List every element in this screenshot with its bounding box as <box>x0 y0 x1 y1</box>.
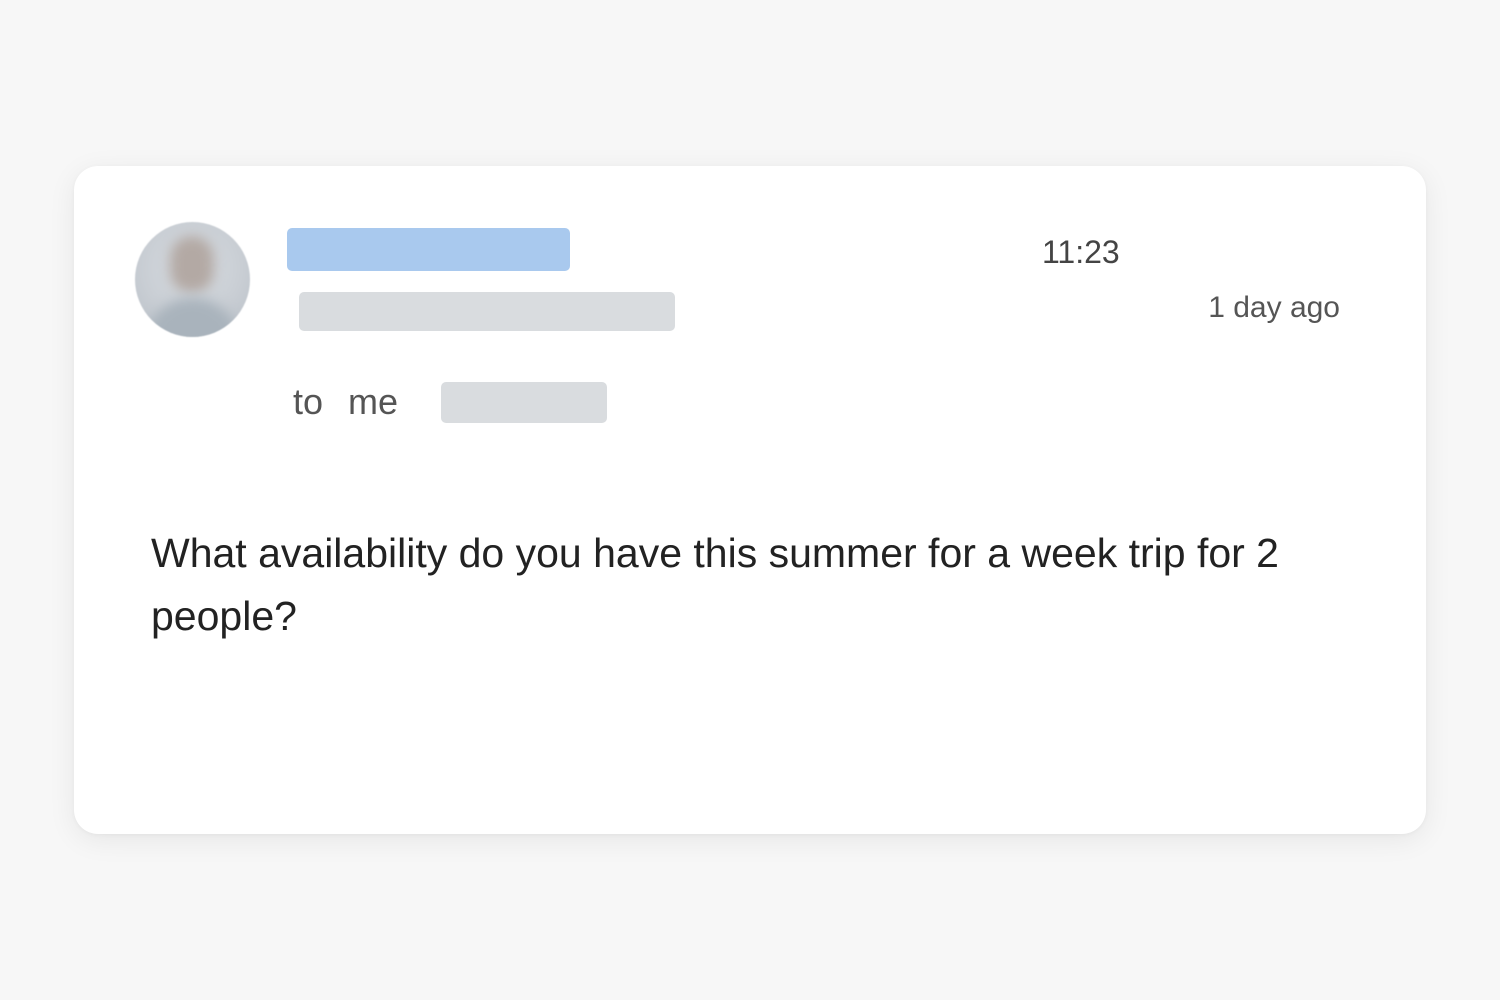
email-relative-time: 1 day ago <box>1208 291 1340 324</box>
recipient-me[interactable]: me <box>348 380 398 424</box>
to-label: to <box>293 381 324 422</box>
sender-email-redacted <box>299 292 675 331</box>
avatar[interactable] <box>135 222 250 337</box>
email-card: 11:23 1 day ago to me What availability … <box>74 166 1426 834</box>
recipient-redacted <box>441 381 608 423</box>
sender-name-redacted[interactable] <box>287 228 570 271</box>
avatar-shoulders-blur <box>145 298 240 337</box>
avatar-head-blur <box>170 236 214 292</box>
email-time: 11:23 <box>1042 234 1120 270</box>
email-body: What availability do you have this summe… <box>151 530 1279 639</box>
recipient-row: to me <box>293 380 608 424</box>
